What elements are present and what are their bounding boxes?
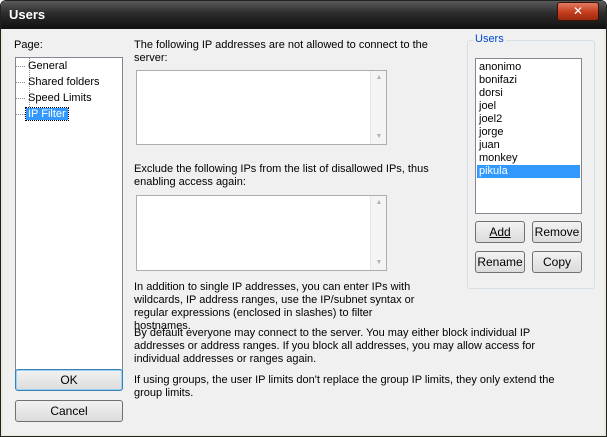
tree-item-speed-limits[interactable]: Speed Limits (16, 91, 94, 105)
list-item-selected[interactable]: pikula (477, 165, 580, 178)
title-bar[interactable]: Users ✕ (1, 1, 606, 29)
tree-item-shared-folders[interactable]: Shared folders (16, 75, 102, 89)
tree-item-label: IP Filter (25, 107, 69, 121)
window-title: Users (9, 7, 46, 22)
cancel-button[interactable]: Cancel (15, 400, 123, 422)
exclude-ips-textarea[interactable]: ▲ ▼ (136, 195, 387, 271)
list-item[interactable]: bonifazi (477, 74, 580, 87)
tree-branch (16, 82, 25, 83)
close-icon: ✕ (572, 4, 584, 18)
dialog-client-area: Page: General Shared folders Speed Limit… (3, 29, 604, 435)
cancel-button-label: Cancel (50, 404, 88, 418)
scroll-up-icon[interactable]: ▲ (371, 71, 387, 85)
exclude-ips-scrollbar[interactable]: ▲ ▼ (370, 196, 386, 270)
tree-branch (16, 66, 25, 67)
disallowed-ips-scrollbar[interactable]: ▲ ▼ (370, 71, 386, 144)
users-list[interactable]: anonimo bonifazi dorsi joel joel2 jorge … (475, 58, 582, 214)
rename-user-button[interactable]: Rename (475, 251, 525, 273)
ok-button-label: OK (60, 373, 78, 387)
close-button[interactable]: ✕ (557, 2, 599, 21)
help-text-groups: If using groups, the user IP limits don'… (134, 374, 555, 399)
page-tree[interactable]: General Shared folders Speed Limits IP F… (15, 57, 123, 384)
list-item[interactable]: anonimo (477, 61, 580, 74)
tree-branch (16, 98, 25, 99)
ok-button[interactable]: OK (15, 369, 123, 391)
remove-button-label: Remove (534, 225, 580, 239)
exclude-ips-label: Exclude the following IPs from the list … (134, 163, 429, 188)
disallowed-ips-label: The following IP addresses are not allow… (134, 39, 428, 64)
list-item[interactable]: monkey (477, 152, 580, 165)
scroll-up-icon[interactable]: ▲ (371, 196, 387, 210)
remove-user-button[interactable]: Remove (532, 221, 582, 243)
scroll-down-icon[interactable]: ▼ (371, 256, 387, 270)
users-legend: Users (473, 33, 506, 45)
rename-button-label: Rename (477, 255, 523, 269)
page-label: Page: (14, 39, 43, 51)
tree-branch (16, 114, 25, 115)
help-text-syntax: In addition to single IP addresses, you … (134, 281, 415, 332)
tree-item-label: Speed Limits (28, 92, 92, 104)
list-item[interactable]: dorsi (477, 87, 580, 100)
disallowed-ips-textarea[interactable]: ▲ ▼ (136, 70, 387, 145)
tree-item-label: Shared folders (28, 76, 100, 88)
list-item[interactable]: joel (477, 100, 580, 113)
tree-item-label: General (28, 60, 68, 72)
add-button-label: Add (489, 225, 511, 239)
list-item[interactable]: juan (477, 139, 580, 152)
tree-item-general[interactable]: General (16, 59, 69, 73)
copy-button-label: Copy (542, 255, 571, 269)
tree-item-ip-filter[interactable]: IP Filter (16, 107, 69, 121)
copy-user-button[interactable]: Copy (532, 251, 582, 273)
help-text-default: By default everyone may connect to the s… (134, 327, 536, 365)
list-item[interactable]: joel2 (477, 113, 580, 126)
add-user-button[interactable]: Add (475, 221, 525, 243)
scroll-down-icon[interactable]: ▼ (371, 130, 387, 144)
list-item[interactable]: jorge (477, 126, 580, 139)
users-dialog: Users ✕ Page: General Shared folders Spe… (0, 0, 607, 437)
